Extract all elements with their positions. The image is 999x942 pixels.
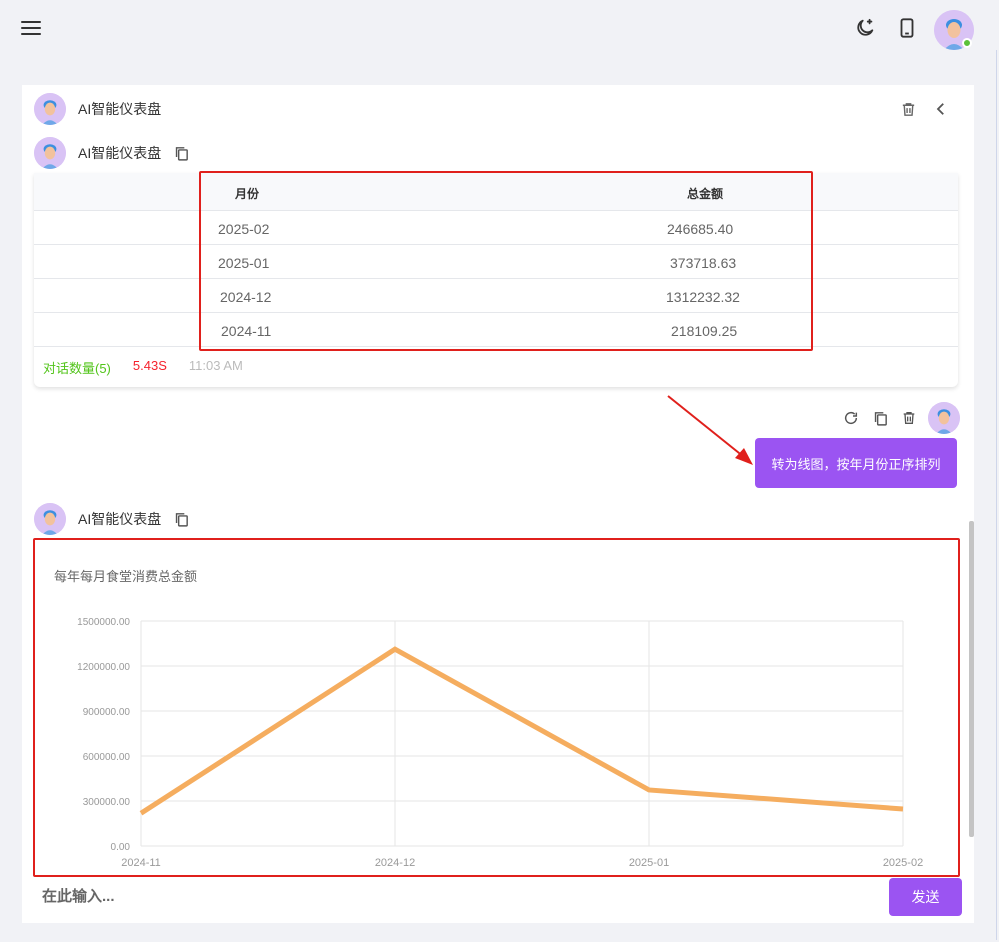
table-header: 月份 总金额 xyxy=(34,173,958,211)
y-tick-label: 300000.00 xyxy=(83,797,131,808)
message-input[interactable] xyxy=(42,888,742,905)
refresh-icon[interactable] xyxy=(841,408,861,428)
panel-border xyxy=(996,50,997,940)
result-table: 月份 总金额 2025-02 246685.40 2025-01 373718.… xyxy=(34,173,958,387)
phone-icon[interactable] xyxy=(896,17,918,39)
sender-name: AI智能仪表盘 xyxy=(78,511,162,527)
column-header-amount: 总金额 xyxy=(687,187,724,201)
sender-name: AI智能仪表盘 xyxy=(78,145,162,161)
table-row: 2025-01 373718.63 xyxy=(34,245,958,279)
table-cell: 2025-02 xyxy=(218,221,270,237)
ai-avatar xyxy=(34,503,66,535)
series-line xyxy=(139,646,904,816)
table-cell: 2024-11 xyxy=(221,323,272,339)
y-tick-label: 1500000.00 xyxy=(77,617,130,628)
y-tick-label: 900000.00 xyxy=(83,707,131,718)
table-cell: 246685.40 xyxy=(667,221,734,237)
column-header-month: 月份 xyxy=(235,187,260,201)
x-tick-label: 2025-02 xyxy=(883,857,923,869)
chat-panel: AI智能仪表盘 AI智能仪表盘 月份 总金额 2025-02 246685.40… xyxy=(22,85,974,923)
user-message-bubble: 转为线图，按年月份正序排列 xyxy=(755,438,957,488)
ai-message-header: AI智能仪表盘 xyxy=(34,137,191,169)
moon-star-icon[interactable] xyxy=(854,17,876,39)
trash-icon[interactable] xyxy=(899,408,919,428)
user-message-actions xyxy=(841,402,960,434)
user-avatar xyxy=(928,402,960,434)
table-cell: 218109.25 xyxy=(671,323,738,339)
x-tick-label: 2025-01 xyxy=(629,857,669,869)
table-cell: 373718.63 xyxy=(670,255,737,271)
table-cell: 2025-01 xyxy=(218,255,270,271)
x-tick-label: 2024-12 xyxy=(375,857,415,869)
session-header: AI智能仪表盘 xyxy=(34,93,161,125)
menu-icon[interactable] xyxy=(21,21,41,37)
x-tick-label: 2024-11 xyxy=(121,857,161,869)
table-cell: 2024-12 xyxy=(220,289,272,305)
copy-icon[interactable] xyxy=(870,408,890,428)
send-button[interactable]: 发送 xyxy=(889,878,962,916)
top-bar xyxy=(0,0,999,62)
table-cell: 1312232.32 xyxy=(666,289,740,305)
message-time: 11:03 AM xyxy=(188,358,243,373)
conversation-count: 对话数量(5) xyxy=(43,361,111,376)
table-row: 2025-02 246685.40 xyxy=(34,211,958,245)
line-chart: 0.00 300000.00 600000.00 900000.00 1200000.0… xyxy=(77,617,923,869)
y-tick-label: 1200000.00 xyxy=(77,662,130,673)
online-status-dot xyxy=(962,38,972,48)
copy-icon[interactable] xyxy=(171,509,191,529)
response-duration: 5.43S xyxy=(132,358,167,373)
message-meta: 对话数量(5) 5.43S 11:03 AM xyxy=(43,358,243,377)
line-chart-card: 每年每月食堂消费总金额 0.00 300000.00 600000.00 900000… xyxy=(34,540,958,875)
chevron-left-icon[interactable] xyxy=(931,99,951,119)
y-tick-label: 0.00 xyxy=(111,842,131,853)
ai-message-header: AI智能仪表盘 xyxy=(34,503,191,535)
table-row: 2024-12 1312232.32 xyxy=(34,279,958,313)
y-tick-label: 600000.00 xyxy=(83,752,131,763)
table-row: 2024-11 218109.25 xyxy=(34,313,958,347)
session-title: AI智能仪表盘 xyxy=(78,101,162,117)
copy-icon[interactable] xyxy=(171,143,191,163)
trash-icon[interactable] xyxy=(898,99,918,119)
ai-avatar xyxy=(34,93,66,125)
ai-avatar xyxy=(34,137,66,169)
scrollbar[interactable] xyxy=(969,521,974,837)
